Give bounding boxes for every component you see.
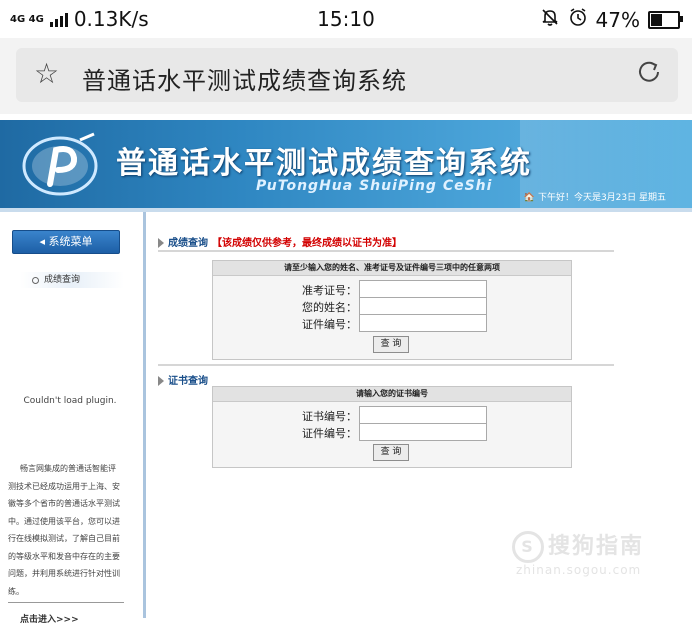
cert-query-heading: 证书查询 xyxy=(158,372,208,387)
battery-percent: 47% xyxy=(595,7,640,32)
panel-header: 请至少输入您的姓名、准考证号及证件编号三项中的任意两项 xyxy=(213,261,571,276)
site-banner: 普通话水平测试成绩查询系统 PuTongHua ShuiPing CeShi 🏠… xyxy=(0,120,692,208)
form-row: 证件编号： xyxy=(213,314,571,332)
greeting: 🏠 下午好！今天是3月23日 星期五 xyxy=(524,190,666,203)
site-subtitle: PuTongHua ShuiPing CeShi xyxy=(256,178,493,194)
alarm-icon xyxy=(568,7,588,32)
more-link[interactable]: 点击进入>>> xyxy=(20,612,79,625)
menu-label: 系统菜单 xyxy=(48,235,93,248)
section-title: 成绩查询 xyxy=(168,238,208,249)
greeting-text: 下午好！今天是3月23日 星期五 xyxy=(537,193,666,203)
address-bar[interactable]: ☆ 普通话水平测试成绩查询系统 xyxy=(16,48,678,102)
site-logo-icon xyxy=(22,132,98,196)
panel-header: 请输入您的证书编号 xyxy=(213,387,571,402)
speaker-icon: ◂ xyxy=(39,235,46,248)
score-query-heading: 成绩查询 【该成绩仅供参考，最终成绩以证书为准】 xyxy=(158,234,402,249)
form-row: 证件编号： xyxy=(213,423,571,441)
status-bar: 4G 4G 0.13K/s 15:10 47% xyxy=(0,0,692,38)
promo-text: 畅言网集成的普通话智能评测技术已经成功运用于上海、安徽等多个省市的普通话水平测试… xyxy=(8,464,120,596)
refresh-icon[interactable] xyxy=(634,57,664,94)
section-divider xyxy=(158,250,614,252)
sidebar-item-label: 成绩查询 xyxy=(44,275,81,285)
field-label: 证书编号： xyxy=(302,410,357,423)
watermark-url: zhinan.sogou.com xyxy=(516,563,642,577)
cert-id-number-input[interactable] xyxy=(359,423,487,441)
cert-query-panel: 请输入您的证书编号 证书编号： 证件编号： 查 询 xyxy=(212,386,572,468)
plugin-error: Couldn't load plugin. xyxy=(23,396,117,406)
score-query-panel: 请至少输入您的姓名、准考证号及证件编号三项中的任意两项 准考证号： 您的姓名： … xyxy=(212,260,572,360)
form-row: 准考证号： xyxy=(213,280,571,298)
sidebar: ◂ 系统菜单 成绩查询 Couldn't load plugin. 畅言网集成的… xyxy=(0,212,142,625)
section-arrow-icon xyxy=(158,238,164,248)
watermark-title: 搜狗指南 xyxy=(548,534,645,559)
site-title: 普通话水平测试成绩查询系统 xyxy=(116,146,532,181)
bell-muted-icon xyxy=(540,7,560,32)
form-row: 您的姓名： xyxy=(213,297,571,315)
system-menu-button[interactable]: ◂ 系统菜单 xyxy=(12,230,120,254)
sidebar-item-score-query[interactable]: 成绩查询 xyxy=(20,272,124,288)
sidebar-border xyxy=(143,212,146,618)
battery-icon xyxy=(648,10,683,29)
address-page-title[interactable]: 普通话水平测试成绩查询系统 xyxy=(82,61,407,96)
home-icon[interactable]: 🏠 xyxy=(524,193,535,203)
watermark: S 搜狗指南 zhinan.sogou.com xyxy=(512,528,644,577)
score-query-button[interactable]: 查 询 xyxy=(373,336,409,353)
section-title: 证书查询 xyxy=(168,376,208,387)
field-label: 准考证号： xyxy=(302,284,357,297)
field-label: 证件编号： xyxy=(302,318,357,331)
status-right: 47% xyxy=(540,7,683,32)
cert-query-button[interactable]: 查 询 xyxy=(373,444,409,461)
sogou-logo-icon: S xyxy=(512,531,544,563)
bullet-icon xyxy=(32,277,39,284)
section-arrow-icon xyxy=(158,376,164,386)
field-label: 您的姓名： xyxy=(302,301,357,314)
star-outline-icon[interactable]: ☆ xyxy=(34,59,59,89)
name-input[interactable] xyxy=(359,297,487,315)
browser-toolbar: ☆ 普通话水平测试成绩查询系统 xyxy=(0,38,692,114)
section-divider xyxy=(158,364,614,366)
form-row: 证书编号： xyxy=(213,406,571,424)
field-label: 证件编号： xyxy=(302,427,357,440)
id-number-input[interactable] xyxy=(359,314,487,332)
exam-id-input[interactable] xyxy=(359,280,487,298)
cert-number-input[interactable] xyxy=(359,406,487,424)
notice-text: 【该成绩仅供参考，最终成绩以证书为准】 xyxy=(212,238,402,249)
sidebar-divider-line xyxy=(8,602,124,603)
